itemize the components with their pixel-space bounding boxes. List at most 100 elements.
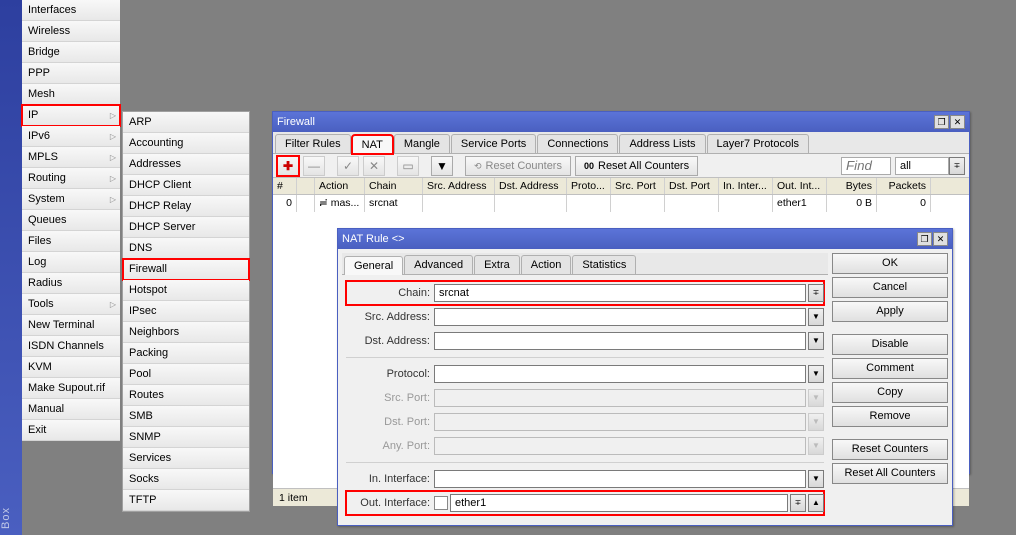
dropdown-icon[interactable]: ∓ — [808, 284, 824, 302]
expand-icon[interactable]: ▼ — [808, 470, 824, 488]
submenu-item-dhcp-server[interactable]: DHCP Server — [123, 217, 249, 238]
comment-button[interactable]: Comment — [832, 358, 948, 379]
submenu-item-snmp[interactable]: SNMP — [123, 427, 249, 448]
menu-item-make-supout-rif[interactable]: Make Supout.rif — [22, 378, 120, 399]
cancel-button[interactable]: Cancel — [832, 277, 948, 298]
tab-connections[interactable]: Connections — [537, 134, 618, 153]
menu-item-ppp[interactable]: PPP — [22, 63, 120, 84]
src-addr-input[interactable] — [434, 308, 806, 326]
dst-addr-input[interactable] — [434, 332, 806, 350]
submenu-item-dns[interactable]: DNS — [123, 238, 249, 259]
col-header[interactable]: Packets — [877, 178, 931, 194]
menu-item-kvm[interactable]: KVM — [22, 357, 120, 378]
tab-layer7-protocols[interactable]: Layer7 Protocols — [707, 134, 810, 153]
table-row[interactable]: 0≓ mas...srcnatether10 B0 — [273, 195, 969, 212]
submenu-item-services[interactable]: Services — [123, 448, 249, 469]
copy-button[interactable]: Copy — [832, 382, 948, 403]
chain-input[interactable] — [434, 284, 806, 302]
menu-item-new-terminal[interactable]: New Terminal — [22, 315, 120, 336]
submenu-item-ipsec[interactable]: IPsec — [123, 301, 249, 322]
submenu-item-neighbors[interactable]: Neighbors — [123, 322, 249, 343]
menu-item-queues[interactable]: Queues — [22, 210, 120, 231]
restore-icon[interactable]: ❐ — [917, 232, 932, 246]
enable-button[interactable]: ✓ — [337, 156, 359, 176]
menu-item-manual[interactable]: Manual — [22, 399, 120, 420]
submenu-item-tftp[interactable]: TFTP — [123, 490, 249, 511]
tab-nat[interactable]: NAT — [352, 135, 393, 154]
filter-icon[interactable]: ▼ — [431, 156, 453, 176]
in-interface-input[interactable] — [434, 470, 806, 488]
expand-icon[interactable]: ▼ — [808, 332, 824, 350]
submenu-item-routes[interactable]: Routes — [123, 385, 249, 406]
apply-button[interactable]: Apply — [832, 301, 948, 322]
col-header[interactable]: Bytes — [827, 178, 877, 194]
reset-counters-button[interactable]: ⟲Reset Counters — [465, 156, 571, 176]
dropdown-icon[interactable]: ∓ — [790, 494, 806, 512]
disable-button[interactable]: Disable — [832, 334, 948, 355]
menu-item-ipv6[interactable]: IPv6▷ — [22, 126, 120, 147]
close-icon[interactable]: ✕ — [950, 115, 965, 129]
submenu-item-dhcp-relay[interactable]: DHCP Relay — [123, 196, 249, 217]
expand-icon[interactable]: ▼ — [808, 365, 824, 383]
remove-button[interactable]: Remove — [832, 406, 948, 427]
disable-button[interactable]: ✕ — [363, 156, 385, 176]
menu-item-exit[interactable]: Exit — [22, 420, 120, 441]
submenu-item-hotspot[interactable]: Hotspot — [123, 280, 249, 301]
col-header[interactable]: Proto... — [567, 178, 611, 194]
collapse-icon[interactable]: ▲ — [808, 494, 824, 512]
natrule-titlebar[interactable]: NAT Rule <> ❐ ✕ — [338, 229, 952, 249]
reset-counters-button[interactable]: Reset Counters — [832, 439, 948, 460]
menu-item-ip[interactable]: IP▷ — [22, 105, 120, 126]
col-header[interactable]: Dst. Port — [665, 178, 719, 194]
col-header[interactable]: In. Inter... — [719, 178, 773, 194]
menu-item-files[interactable]: Files — [22, 231, 120, 252]
col-header[interactable]: # — [273, 178, 297, 194]
menu-item-mpls[interactable]: MPLS▷ — [22, 147, 120, 168]
expand-icon[interactable]: ▼ — [808, 308, 824, 326]
menu-item-routing[interactable]: Routing▷ — [22, 168, 120, 189]
menu-item-radius[interactable]: Radius — [22, 273, 120, 294]
ok-button[interactable]: OK — [832, 253, 948, 274]
submenu-item-socks[interactable]: Socks — [123, 469, 249, 490]
col-header[interactable]: Src. Port — [611, 178, 665, 194]
menu-item-mesh[interactable]: Mesh — [22, 84, 120, 105]
tab-statistics[interactable]: Statistics — [572, 255, 636, 274]
tab-address-lists[interactable]: Address Lists — [619, 134, 705, 153]
submenu-item-addresses[interactable]: Addresses — [123, 154, 249, 175]
tab-advanced[interactable]: Advanced — [404, 255, 473, 274]
submenu-item-pool[interactable]: Pool — [123, 364, 249, 385]
tab-action[interactable]: Action — [521, 255, 572, 274]
reset-all-counters-button[interactable]: 00Reset All Counters — [575, 156, 698, 176]
col-header[interactable] — [297, 178, 315, 194]
out-interface-input[interactable] — [450, 494, 788, 512]
submenu-item-smb[interactable]: SMB — [123, 406, 249, 427]
invert-checkbox[interactable] — [434, 496, 448, 510]
add-button[interactable]: ✚ — [277, 156, 299, 176]
menu-item-tools[interactable]: Tools▷ — [22, 294, 120, 315]
menu-item-bridge[interactable]: Bridge — [22, 42, 120, 63]
protocol-input[interactable] — [434, 365, 806, 383]
col-header[interactable]: Action — [315, 178, 365, 194]
tab-service-ports[interactable]: Service Ports — [451, 134, 536, 153]
close-icon[interactable]: ✕ — [933, 232, 948, 246]
tab-general[interactable]: General — [344, 256, 403, 275]
submenu-item-firewall[interactable]: Firewall — [123, 259, 249, 280]
tab-mangle[interactable]: Mangle — [394, 134, 450, 153]
menu-item-system[interactable]: System▷ — [22, 189, 120, 210]
comment-button[interactable]: ▭ — [397, 156, 419, 176]
col-header[interactable]: Dst. Address — [495, 178, 567, 194]
menu-item-interfaces[interactable]: Interfaces — [22, 0, 120, 21]
find-input[interactable] — [841, 157, 891, 175]
col-header[interactable]: Chain — [365, 178, 423, 194]
col-header[interactable]: Src. Address — [423, 178, 495, 194]
firewall-titlebar[interactable]: Firewall ❐ ✕ — [273, 112, 969, 132]
submenu-item-arp[interactable]: ARP — [123, 112, 249, 133]
filter-select[interactable]: all — [895, 157, 949, 175]
menu-item-log[interactable]: Log — [22, 252, 120, 273]
menu-item-isdn-channels[interactable]: ISDN Channels — [22, 336, 120, 357]
submenu-item-dhcp-client[interactable]: DHCP Client — [123, 175, 249, 196]
menu-item-wireless[interactable]: Wireless — [22, 21, 120, 42]
remove-button[interactable]: — — [303, 156, 325, 176]
tab-extra[interactable]: Extra — [474, 255, 520, 274]
reset-all-counters-button[interactable]: Reset All Counters — [832, 463, 948, 484]
